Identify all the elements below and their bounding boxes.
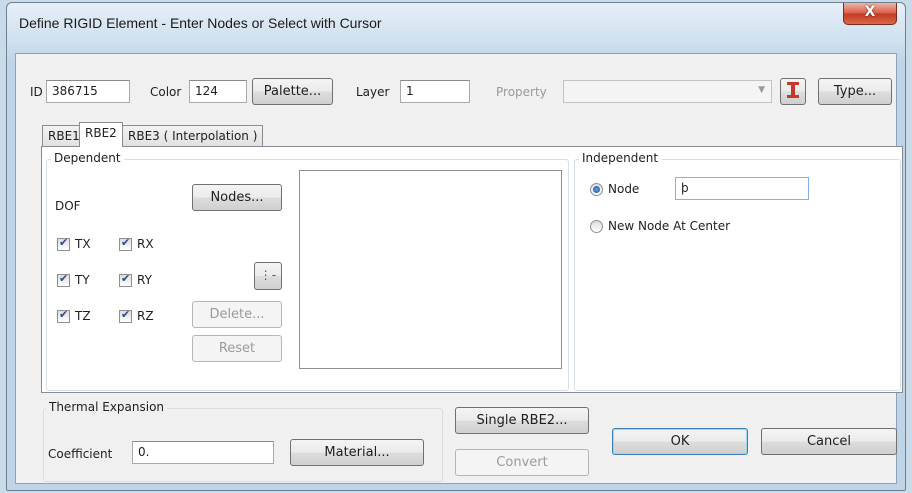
layer-input[interactable]: 1: [400, 80, 470, 103]
i-beam-icon: [787, 82, 799, 98]
dof-rz-checkbox[interactable]: [119, 308, 132, 323]
layer-label: Layer: [356, 85, 390, 99]
tab-rbe2[interactable]: RBE2: [79, 122, 123, 147]
material-button[interactable]: Material...: [290, 439, 424, 466]
dialog-window: Define RIGID Element - Enter Nodes or Se…: [6, 2, 906, 491]
thermal-title: Thermal Expansion: [46, 400, 168, 414]
thermal-group: Thermal Expansion Coefficient 0. Materia…: [43, 400, 443, 482]
chevron-down-icon: ▼: [758, 85, 765, 95]
id-input[interactable]: 386715: [46, 80, 130, 103]
dof-ty-label: TY: [75, 273, 90, 287]
dof-tx-checkbox[interactable]: [57, 236, 70, 251]
convert-button[interactable]: Convert: [455, 449, 589, 476]
dof-tz-label: TZ: [75, 309, 91, 323]
dof-tz-checkbox[interactable]: [57, 308, 70, 323]
rbe2-tab-panel: Dependent DOF TX RX TY RY TZ RZ Nodes...…: [41, 146, 903, 393]
close-icon: X: [864, 4, 876, 20]
dependent-node-list[interactable]: [299, 170, 562, 369]
independent-group: Independent Node þ New Node At Center: [574, 151, 901, 391]
dof-rz-label: RZ: [137, 309, 154, 323]
node-radio-label: Node: [608, 182, 640, 196]
palette-button[interactable]: Palette...: [252, 78, 333, 105]
property-editor-button[interactable]: [780, 78, 806, 105]
color-label: Color: [150, 85, 182, 99]
coefficient-label: Coefficient: [48, 447, 113, 461]
delete-button[interactable]: Delete...: [192, 301, 282, 328]
close-button[interactable]: X: [843, 3, 897, 25]
dependent-title: Dependent: [51, 151, 124, 165]
coefficient-input[interactable]: 0.: [132, 441, 274, 464]
dof-ry-label: RY: [137, 273, 152, 287]
minus-icon: -: [271, 268, 277, 283]
node-list-button[interactable]: ⋮-: [254, 262, 282, 290]
property-select[interactable]: ▼: [563, 80, 772, 103]
property-label: Property: [496, 85, 547, 99]
nodes-button[interactable]: Nodes...: [192, 184, 282, 211]
dof-ry-checkbox[interactable]: [119, 272, 132, 287]
reset-button[interactable]: Reset: [192, 335, 282, 362]
tab-rbe3[interactable]: RBE3 ( Interpolation ): [122, 125, 264, 147]
dof-label: DOF: [55, 199, 81, 213]
new-node-radio[interactable]: [590, 220, 603, 233]
dof-rx-checkbox[interactable]: [119, 236, 132, 251]
list-icon: ⋮: [259, 268, 272, 282]
type-button[interactable]: Type...: [818, 78, 892, 105]
dof-tx-label: TX: [75, 237, 91, 251]
single-rbe2-button[interactable]: Single RBE2...: [455, 407, 589, 434]
new-node-label: New Node At Center: [608, 219, 731, 233]
independent-title: Independent: [579, 151, 662, 165]
dof-rx-label: RX: [137, 237, 154, 251]
dof-ty-checkbox[interactable]: [57, 272, 70, 287]
ok-button[interactable]: OK: [612, 428, 748, 455]
independent-node-input[interactable]: þ: [675, 177, 809, 200]
dependent-group: Dependent DOF TX RX TY RY TZ RZ Nodes...…: [46, 151, 569, 391]
id-label: ID: [30, 85, 43, 99]
node-radio[interactable]: [590, 183, 603, 196]
cancel-button[interactable]: Cancel: [761, 428, 897, 455]
window-title: Define RIGID Element - Enter Nodes or Se…: [19, 15, 382, 31]
color-input[interactable]: 124: [189, 80, 247, 103]
title-bar[interactable]: Define RIGID Element - Enter Nodes or Se…: [7, 3, 905, 43]
